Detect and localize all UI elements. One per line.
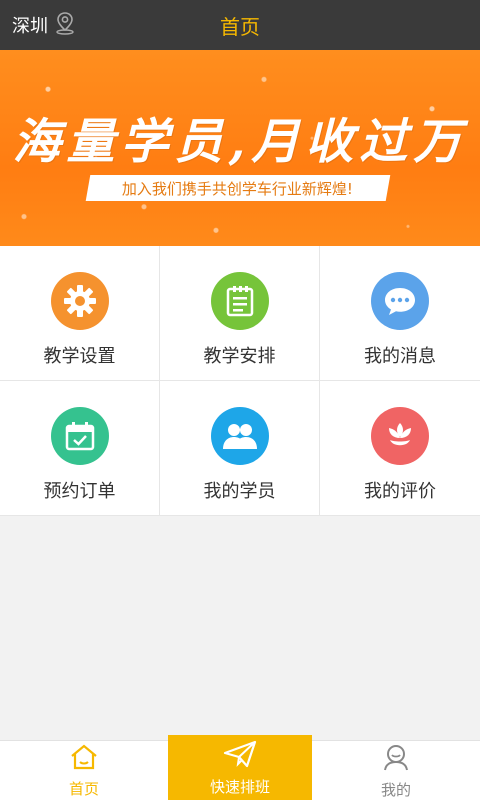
paper-plane-icon <box>223 740 257 772</box>
flower-icon <box>371 407 429 465</box>
calendar-check-icon <box>50 407 109 465</box>
feature-grid: 教学设置 教学安排 我的消息 预约订单 我的学员 我的评价 <box>0 246 480 516</box>
grid-item-bookings[interactable]: 预约订单 <box>0 381 160 516</box>
grid-item-label: 预约订单 <box>43 481 116 502</box>
tab-mine-label: 我的 <box>380 780 411 799</box>
users-icon <box>210 407 269 465</box>
grid-item-label: 教学设置 <box>43 346 116 367</box>
grid-item-label: 我的学员 <box>203 481 276 502</box>
grid-item-teaching-schedule[interactable]: 教学安排 <box>160 246 320 381</box>
tab-quick-schedule[interactable]: 快速排班 <box>168 735 312 800</box>
location-pin-icon <box>54 11 76 40</box>
promo-banner[interactable]: 海量学员,月收过万 加入我们携手共创学车行业新辉煌! <box>0 50 480 246</box>
banner-ribbon: 加入我们携手共创学车行业新辉煌! <box>85 175 391 201</box>
grid-item-label: 我的评价 <box>364 481 436 502</box>
grid-item-my-reviews[interactable]: 我的评价 <box>320 381 480 516</box>
page-title: 首页 <box>220 14 260 39</box>
city-name: 深圳 <box>12 16 48 37</box>
bottom-tab-bar: 首页 快速排班 我的 <box>0 735 480 800</box>
user-avatar-icon <box>382 743 410 775</box>
chat-bubble-icon <box>371 272 429 330</box>
top-bar: 深圳 首页 <box>0 0 480 50</box>
tab-home-label: 首页 <box>68 779 99 798</box>
banner-subline: 加入我们携手共创学车行业新辉煌! <box>122 179 354 198</box>
notepad-icon <box>210 272 269 330</box>
grid-item-my-messages[interactable]: 我的消息 <box>320 246 480 381</box>
grid-item-label: 教学安排 <box>203 346 276 367</box>
grid-item-label: 我的消息 <box>364 346 436 367</box>
gear-icon <box>50 272 109 330</box>
tab-mine[interactable]: 我的 <box>312 741 480 800</box>
tab-quick-schedule-label: 快速排班 <box>209 777 270 796</box>
tab-home[interactable]: 首页 <box>0 741 168 800</box>
city-selector[interactable]: 深圳 <box>12 0 76 50</box>
grid-item-teaching-settings[interactable]: 教学设置 <box>0 246 160 381</box>
grid-item-my-students[interactable]: 我的学员 <box>160 381 320 516</box>
banner-headline: 海量学员,月收过万 <box>12 114 468 170</box>
home-icon <box>69 744 99 774</box>
